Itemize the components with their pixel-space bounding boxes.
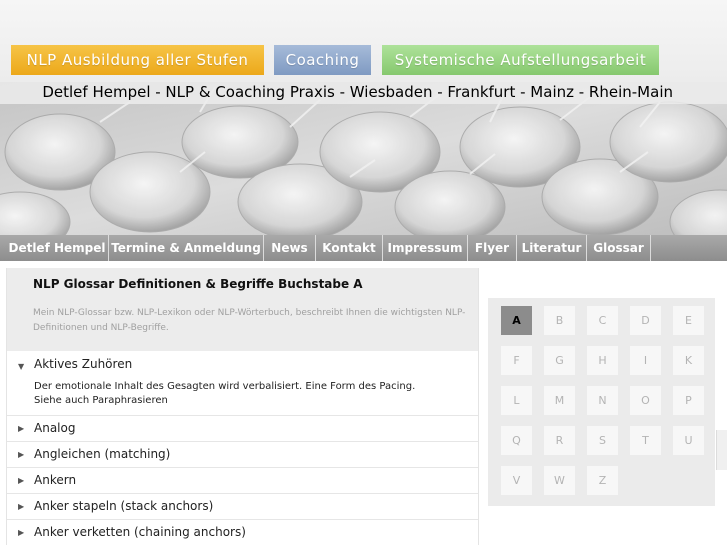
entry-title[interactable]: Anker stapeln (stack anchors) xyxy=(34,499,213,513)
glossary-entry-aktives-zuhoeren[interactable]: ▼ Aktives Zuhören Der emotionale Inhalt … xyxy=(7,351,478,416)
banner-texture xyxy=(0,82,727,235)
entry-title[interactable]: Aktives Zuhören xyxy=(34,357,132,371)
entry-title[interactable]: Ankern xyxy=(34,473,76,487)
letter-l[interactable]: L xyxy=(501,386,532,415)
letter-c[interactable]: C xyxy=(587,306,618,335)
coaching-button[interactable]: Coaching xyxy=(274,45,371,75)
letter-v[interactable]: V xyxy=(501,466,532,495)
nav-glossar[interactable]: Glossar xyxy=(587,235,651,261)
triangle-down-icon: ▼ xyxy=(18,362,25,371)
entry-title[interactable]: Anker verketten (chaining anchors) xyxy=(34,525,246,539)
letter-w[interactable]: W xyxy=(544,466,575,495)
letter-q[interactable]: Q xyxy=(501,426,532,455)
nav-news[interactable]: News xyxy=(264,235,316,261)
nlp-ausbildung-button[interactable]: NLP Ausbildung aller Stufen xyxy=(11,45,264,75)
letter-a[interactable]: A xyxy=(501,306,532,335)
entry-body: Der emotionale Inhalt des Gesagten wird … xyxy=(34,380,415,408)
aufstellungsarbeit-button[interactable]: Systemische Aufstellungsarbeit xyxy=(382,45,659,75)
letter-f[interactable]: F xyxy=(501,346,532,375)
letter-b[interactable]: B xyxy=(544,306,575,335)
glossary-entry-angleichen[interactable]: ▶ Angleichen (matching) xyxy=(7,442,478,468)
letter-s[interactable]: S xyxy=(587,426,618,455)
triangle-right-icon: ▶ xyxy=(18,528,25,537)
triangle-right-icon: ▶ xyxy=(18,450,25,459)
letter-g[interactable]: G xyxy=(544,346,575,375)
glossary-entry-anker-stapeln[interactable]: ▶ Anker stapeln (stack anchors) xyxy=(7,494,478,520)
letter-r[interactable]: R xyxy=(544,426,575,455)
nav-termine-anmeldung[interactable]: Termine & Anmeldung xyxy=(109,235,264,261)
nav-flyer[interactable]: Flyer xyxy=(468,235,517,261)
site-tagline: Detlef Hempel - NLP & Coaching Praxis - … xyxy=(42,83,673,101)
entry-title[interactable]: Angleichen (matching) xyxy=(34,447,170,461)
letter-k[interactable]: K xyxy=(673,346,704,375)
glossary-entry-analog[interactable]: ▶ Analog xyxy=(7,416,478,442)
letter-i[interactable]: I xyxy=(630,346,661,375)
triangle-right-icon: ▶ xyxy=(18,476,25,485)
alphabet-index: A B C D E F G H I K L M N O P Q R S T U … xyxy=(488,298,715,506)
top-bar: NLP Ausbildung aller Stufen Coaching Sys… xyxy=(0,0,727,82)
page-title: NLP Glossar Definitionen & Begriffe Buch… xyxy=(33,277,363,291)
letter-n[interactable]: N xyxy=(587,386,618,415)
entry-body-line: Der emotionale Inhalt des Gesagten wird … xyxy=(34,381,416,392)
letter-m[interactable]: M xyxy=(544,386,575,415)
letter-o[interactable]: O xyxy=(630,386,661,415)
letter-d[interactable]: D xyxy=(630,306,661,335)
triangle-right-icon: ▶ xyxy=(18,424,25,433)
letter-p[interactable]: P xyxy=(673,386,704,415)
letter-u[interactable]: U xyxy=(673,426,704,455)
nav-detlef-hempel[interactable]: Detlef Hempel xyxy=(6,235,109,261)
letter-e[interactable]: E xyxy=(673,306,704,335)
letter-t[interactable]: T xyxy=(630,426,661,455)
triangle-right-icon: ▶ xyxy=(18,502,25,511)
header-banner-image: Detlef Hempel - NLP & Coaching Praxis - … xyxy=(0,82,727,235)
entry-title[interactable]: Analog xyxy=(34,421,75,435)
letter-h[interactable]: H xyxy=(587,346,618,375)
glossary-content: NLP Glossar Definitionen & Begriffe Buch… xyxy=(6,268,479,545)
side-scroll-handle[interactable] xyxy=(716,430,727,470)
intro-text: Mein NLP-Glossar bzw. NLP-Lexikon oder N… xyxy=(33,308,466,333)
glossary-intro: NLP Glossar Definitionen & Begriffe Buch… xyxy=(7,268,478,351)
nav-kontakt[interactable]: Kontakt xyxy=(316,235,383,261)
letter-z[interactable]: Z xyxy=(587,466,618,495)
glossary-entry-ankern[interactable]: ▶ Ankern xyxy=(7,468,478,494)
entry-see-also: Siehe auch Paraphrasieren xyxy=(34,395,168,406)
glossary-entry-anker-verketten[interactable]: ▶ Anker verketten (chaining anchors) xyxy=(7,520,478,545)
main-nav: Detlef Hempel Termine & Anmeldung News K… xyxy=(0,235,727,261)
nav-literatur[interactable]: Literatur xyxy=(517,235,587,261)
nav-impressum[interactable]: Impressum xyxy=(383,235,468,261)
